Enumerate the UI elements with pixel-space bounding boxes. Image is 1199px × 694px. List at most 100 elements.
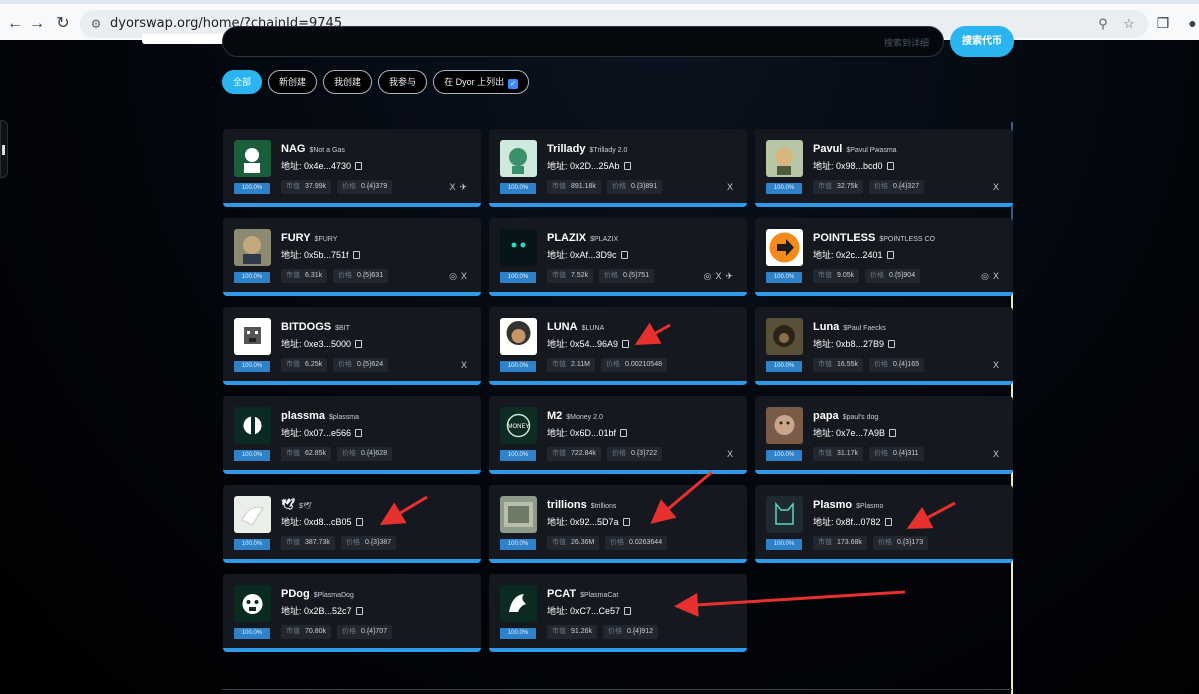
token-title: Plasmo $Plasmo [813,495,883,513]
search-input[interactable]: 搜索到详细 [222,26,944,57]
price-value: 0.{3}173 [897,539,924,546]
address-label: 地址: [281,161,305,171]
x-social-icon[interactable]: X [461,360,467,370]
copy-icon[interactable] [355,162,363,170]
bookmark-star-icon[interactable]: ☆ [1120,15,1138,33]
token-card[interactable]: PDog $PlasmaDog 地址: 0x2B...52c7 100.0% 市值… [223,574,481,652]
token-card[interactable]: NAG $Not a Gas 地址: 0x4e...4730 100.0% 市值 3… [223,129,481,207]
x-social-icon[interactable]: X [715,271,721,281]
token-card[interactable]: BITDOGS $BIT 地址: 0xe3...5000 100.0% 市值 6.2… [223,307,481,385]
token-ticker: $Paul Faecks [843,325,886,332]
copy-icon[interactable] [886,162,894,170]
copy-icon[interactable] [622,518,630,526]
copy-icon[interactable] [623,162,631,170]
token-name: 🕊 [281,499,295,511]
address-label: 地址: [281,428,305,438]
token-card[interactable]: Trillady $Trillady 2.0 地址: 0x2D...25Ab 10… [489,129,747,207]
x-social-icon[interactable]: X [449,182,455,192]
copy-icon[interactable] [889,429,897,437]
copy-icon[interactable] [620,429,628,437]
x-social-icon[interactable]: X [727,182,733,192]
forward-icon[interactable]: → [26,13,48,35]
token-title: POINTLESS $POINTLESS CO [813,228,935,246]
filter-new[interactable]: 新创建 [268,70,318,94]
market-cap-label: 市值 [286,450,300,457]
address-label: 地址: [547,517,571,527]
web-social-icon[interactable]: ◎ [449,271,457,281]
address-value: 0x98...bcd0 [836,161,883,171]
token-card[interactable]: LUNA $LUNA 地址: 0x54...96A9 100.0% 市值 2.11M… [489,307,747,385]
x-social-icon[interactable]: X [461,271,467,281]
extensions-icon[interactable]: ❐ [1153,13,1173,33]
address-value: 0x92...5D7a [570,517,619,527]
price-value: 0.{5}904 [889,272,916,279]
token-title: Trillady $Trillady 2.0 [547,139,627,157]
token-avatar: MONEY [500,407,537,444]
token-title: papa $paul's dog [813,406,878,424]
x-social-icon[interactable]: X [993,449,999,459]
token-card[interactable]: plassma $plassma 地址: 0x07...e566 100.0% 市… [223,396,481,474]
price-stat: 价格 0.{5}624 [333,358,389,372]
token-avatar [234,407,271,444]
x-social-icon[interactable]: X [993,360,999,370]
token-card[interactable]: Plasmo $Plasmo 地址: 0x8f...0782 100.0% 市值 1… [755,485,1013,563]
search-button[interactable]: 搜索代币 [950,26,1014,57]
price-value: 0.{3}722 [631,450,658,457]
copy-icon[interactable] [884,518,892,526]
copy-icon[interactable] [888,340,896,348]
filter-listed-on-dyor[interactable]: 在 Dyor 上列出 ✓ [433,70,530,94]
copy-icon[interactable] [352,251,360,259]
token-name: papa [813,410,839,422]
x-social-icon[interactable]: X [993,182,999,192]
copy-icon[interactable] [355,429,363,437]
price-label: 价格 [610,539,624,546]
token-card[interactable]: PCAT $PlasmaCat 地址: 0xC7...Ce57 100.0% 市值… [489,574,747,652]
token-card[interactable]: 🕊 $🕊 地址: 0xd8...cB05 100.0% 市值 387.73k 价格 0… [223,485,481,563]
price-stat: 价格 0.{4}311 [869,447,924,461]
token-title: NAG $Not a Gas [281,139,345,157]
address-label: 地址: [813,161,837,171]
telegram-social-icon[interactable]: ✈ [725,271,733,281]
web-social-icon[interactable]: ◎ [981,271,989,281]
reload-icon[interactable]: ↻ [52,13,74,35]
token-card[interactable]: POINTLESS $POINTLESS CO 地址: 0x2c...2401 1… [755,218,1013,296]
copy-icon[interactable] [886,251,894,259]
x-social-icon[interactable]: X [993,271,999,281]
token-card[interactable]: Luna $Paul Faecks 地址: 0xb8...27B9 100.0% … [755,307,1013,385]
token-card[interactable]: Pavul $Pavul Pwasma 地址: 0x98...bcd0 100.0… [755,129,1013,207]
filter-all[interactable]: 全部 [222,70,263,94]
token-card[interactable]: PLAZIX $PLAZIX 地址: 0xAf...3D9c 100.0% 市值 7… [489,218,747,296]
profile-avatar[interactable]: ● [1186,13,1199,33]
back-icon[interactable]: ← [4,13,26,35]
token-card[interactable]: trillions $trillions 地址: 0x92...5D7a 100.… [489,485,747,563]
x-social-icon[interactable]: X [727,449,733,459]
token-card[interactable]: MONEY M2 $Money 2.0 地址: 0x6D...01bf 100.0… [489,396,747,474]
search-placeholder: 搜索到详细 [883,38,929,48]
copy-icon[interactable] [624,607,632,615]
web-social-icon[interactable]: ◎ [704,271,712,281]
copy-icon[interactable] [355,607,363,615]
token-card[interactable]: papa $paul's dog 地址: 0x7e...7A9B 100.0% 市… [755,396,1013,474]
copy-icon[interactable] [620,251,628,259]
market-cap-stat: 市值 37.99k [281,180,332,194]
address-value: 0x4e...4730 [304,161,352,171]
copy-icon[interactable] [355,340,363,348]
filter-participated[interactable]: 我参与 [378,70,428,94]
social-links: ◎ X [977,271,999,282]
copy-icon[interactable] [622,340,630,348]
social-links: X ✈ [445,182,467,193]
zoom-icon[interactable]: ⚲ [1094,15,1112,33]
telegram-social-icon[interactable]: ✈ [459,182,467,192]
token-card[interactable]: FURY $FURY 地址: 0x5b...751f 100.0% 市值 6.31k… [223,218,481,296]
token-address: 地址: 0x07...e566 [281,426,363,439]
market-cap-stat: 市值 2.11M [547,358,595,372]
token-address: 地址: 0xe3...5000 [281,337,363,350]
token-ticker: $POINTLESS CO [879,236,935,243]
side-panel-handle[interactable] [0,120,8,178]
market-cap-label: 市值 [286,539,300,546]
market-cap-value: 62.85k [305,450,327,457]
checkbox-checked-icon[interactable]: ✓ [508,79,519,89]
copy-icon[interactable] [355,518,363,526]
filter-created[interactable]: 我创建 [323,70,373,94]
site-settings-icon[interactable]: ⚙ [88,16,104,32]
